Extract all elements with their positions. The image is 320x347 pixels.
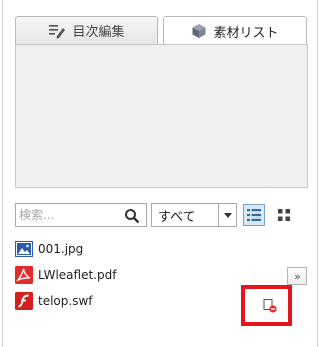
chevron-down-icon[interactable]: [218, 204, 236, 226]
list-view-button[interactable]: [243, 204, 265, 226]
cube-icon: [191, 23, 207, 39]
filter-dropdown[interactable]: すべて: [151, 203, 237, 227]
search-input[interactable]: [19, 206, 119, 224]
file-name: telop.swf: [38, 294, 93, 308]
tab-toc-edit-label: 目次編集: [72, 25, 125, 40]
highlight-box: [241, 285, 292, 326]
filter-selected-value: すべて: [158, 209, 196, 225]
tab-bar: 目次編集 素材リスト: [15, 16, 307, 45]
file-name: LWleaflet.pdf: [38, 268, 117, 282]
search-box: [15, 203, 147, 227]
image-file-icon: [15, 240, 33, 258]
tab-materials-list-label: 素材リスト: [213, 25, 279, 41]
materials-panel: 目次編集 素材リスト すべて: [2, 0, 318, 347]
file-name: 001.jpg: [38, 242, 84, 256]
flash-file-icon: [15, 292, 33, 310]
pdf-file-icon: [15, 266, 33, 284]
list-item[interactable]: 001.jpg: [15, 236, 311, 262]
tab-materials-list[interactable]: 素材リスト: [163, 16, 307, 45]
expand-button[interactable]: »: [287, 267, 307, 285]
search-icon[interactable]: [124, 208, 140, 224]
list-view-icon: [247, 209, 261, 221]
preview-area: [15, 44, 308, 188]
tab-toc-edit[interactable]: 目次編集: [15, 16, 158, 44]
grid-view-icon: [278, 209, 290, 221]
delete-file-icon[interactable]: [263, 299, 277, 313]
toolbar-row: すべて: [15, 203, 311, 227]
grid-view-button[interactable]: [273, 204, 295, 226]
toc-edit-icon: [48, 23, 66, 39]
